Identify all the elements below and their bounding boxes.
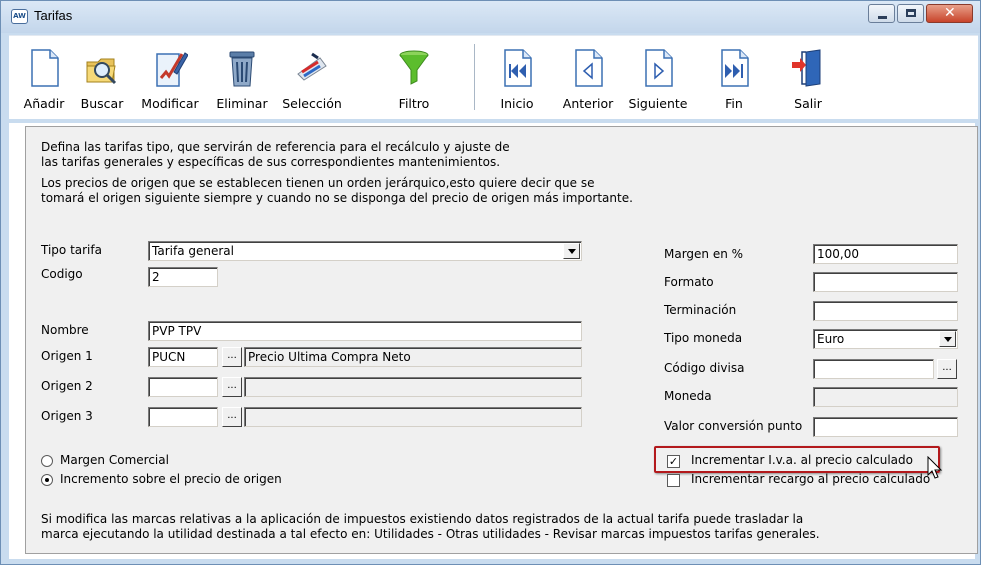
tipo-tarifa-value: Tarifa general xyxy=(152,244,234,258)
radio-margen-comercial-label[interactable]: Margen Comercial xyxy=(60,453,169,467)
info-line-2: las tarifas generales y específicas de s… xyxy=(41,155,501,169)
origen3-lookup-button[interactable]: ... xyxy=(222,407,242,427)
delete-label: Eliminar xyxy=(216,96,268,111)
nombre-field[interactable]: PVP TPV xyxy=(148,321,582,341)
last-record-icon xyxy=(721,49,749,87)
formato-label: Formato xyxy=(664,275,714,289)
filter-button[interactable]: Filtro xyxy=(389,36,439,118)
selection-button[interactable]: Selección xyxy=(275,36,349,118)
valor-conversion-label: Valor conversión punto xyxy=(664,419,803,433)
previous-button[interactable]: Anterior xyxy=(557,36,619,118)
moneda-label: Moneda xyxy=(664,389,712,403)
add-label: Añadir xyxy=(23,96,65,111)
iva-checkbox-label[interactable]: Incrementar I.v.a. al precio calculado xyxy=(691,453,913,467)
filter-label: Filtro xyxy=(398,96,430,111)
chevron-down-icon[interactable] xyxy=(939,331,956,347)
terminacion-field[interactable] xyxy=(813,301,958,321)
maximize-button[interactable] xyxy=(897,4,924,23)
maximize-icon xyxy=(906,9,916,17)
codigo-divisa-field[interactable] xyxy=(813,359,934,379)
origen1-lookup-button[interactable]: ... xyxy=(222,347,242,367)
next-label: Siguiente xyxy=(628,96,688,111)
exit-button[interactable]: Salir xyxy=(781,36,835,118)
origen2-code-field[interactable] xyxy=(148,377,218,397)
origen3-description xyxy=(244,407,582,427)
chevron-down-icon[interactable] xyxy=(563,243,580,259)
first-label: Inicio xyxy=(500,96,534,111)
tipo-tarifa-select[interactable]: Tarifa general xyxy=(148,241,582,261)
minimize-button[interactable] xyxy=(868,4,895,23)
selection-icon xyxy=(297,52,327,81)
selection-label: Selección xyxy=(282,96,342,111)
edit-pencil-icon xyxy=(156,52,188,87)
minimize-icon xyxy=(878,16,887,19)
modify-button[interactable]: Modificar xyxy=(133,36,207,118)
tipo-moneda-select[interactable]: Euro xyxy=(813,329,958,349)
exit-door-icon xyxy=(792,49,821,87)
origen3-label: Origen 3 xyxy=(41,409,93,423)
recargo-checkbox[interactable] xyxy=(667,474,680,487)
modify-label: Modificar xyxy=(141,96,199,111)
tipo-tarifa-label: Tipo tarifa xyxy=(41,243,102,257)
info-line-1: Defina las tarifas tipo, que servirán de… xyxy=(41,140,510,154)
info-line-4: tomará el origen siguiente siempre y cua… xyxy=(41,191,633,205)
valor-conversion-field[interactable] xyxy=(813,417,958,437)
moneda-field xyxy=(813,387,958,407)
origen2-lookup-button[interactable]: ... xyxy=(222,377,242,397)
form-panel: Defina las tarifas tipo, que servirán de… xyxy=(25,126,978,554)
next-record-icon xyxy=(645,49,673,87)
iva-checkbox[interactable]: ✓ xyxy=(667,455,680,468)
margen-label: Margen en % xyxy=(664,247,744,261)
app-icon: AW xyxy=(11,9,28,24)
delete-button[interactable]: Eliminar xyxy=(209,36,275,118)
mouse-cursor-icon xyxy=(927,456,943,479)
origen1-label: Origen 1 xyxy=(41,349,93,363)
origen2-description xyxy=(244,377,582,397)
trash-can-icon xyxy=(229,51,255,87)
close-button[interactable]: ✕ xyxy=(926,4,973,23)
add-button[interactable]: Añadir xyxy=(19,36,69,118)
codigo-label: Codigo xyxy=(41,267,83,281)
origen3-code-field[interactable] xyxy=(148,407,218,427)
search-label: Buscar xyxy=(80,96,124,111)
footer-line-2: marca ejecutando la utilidad destinada a… xyxy=(41,527,820,541)
search-folder-icon xyxy=(86,58,117,85)
toolbar-separator xyxy=(474,44,476,110)
tarifas-window: AW Tarifas ✕ Añadir Buscar Modificar Eli… xyxy=(0,0,981,565)
tipo-moneda-label: Tipo moneda xyxy=(664,331,743,345)
previous-label: Anterior xyxy=(562,96,614,111)
search-button[interactable]: Buscar xyxy=(77,36,127,118)
previous-record-icon xyxy=(575,49,603,87)
toolbar: Añadir Buscar Modificar Eliminar Selecci… xyxy=(9,35,978,119)
nombre-label: Nombre xyxy=(41,323,89,337)
codigo-field[interactable]: 2 xyxy=(148,267,218,287)
title-bar[interactable]: AW Tarifas ✕ xyxy=(1,1,980,33)
window-title: Tarifas xyxy=(34,8,73,23)
new-document-icon xyxy=(31,49,59,87)
origen1-code-field[interactable]: PUCN xyxy=(148,347,218,367)
terminacion-label: Terminación xyxy=(664,303,737,317)
footer-line-1: Si modifica las marcas relativas a la ap… xyxy=(41,512,804,526)
first-button[interactable]: Inicio xyxy=(487,36,547,118)
tipo-moneda-value: Euro xyxy=(817,332,845,346)
origen1-description: Precio Ultima Compra Neto xyxy=(244,347,582,367)
radio-incremento[interactable] xyxy=(41,474,53,486)
formato-field[interactable] xyxy=(813,272,958,292)
codigo-divisa-lookup-button[interactable]: ... xyxy=(937,359,957,379)
radio-incremento-label[interactable]: Incremento sobre el precio de origen xyxy=(60,472,282,486)
margen-field[interactable]: 100,00 xyxy=(813,244,958,264)
funnel-filter-icon xyxy=(399,50,429,85)
codigo-divisa-label: Código divisa xyxy=(664,361,745,375)
origen2-label: Origen 2 xyxy=(41,379,93,393)
info-line-3: Los precios de origen que se establecen … xyxy=(41,176,595,190)
last-button[interactable]: Fin xyxy=(709,36,759,118)
next-button[interactable]: Siguiente xyxy=(623,36,693,118)
exit-label: Salir xyxy=(794,96,822,111)
client-area: Defina las tarifas tipo, que servirán de… xyxy=(9,123,978,559)
first-record-icon xyxy=(504,49,532,87)
last-label: Fin xyxy=(725,96,743,111)
close-icon: ✕ xyxy=(944,5,956,21)
radio-margen-comercial[interactable] xyxy=(41,455,53,467)
recargo-checkbox-label[interactable]: Incrementar recargo al precio calculado xyxy=(691,472,930,486)
